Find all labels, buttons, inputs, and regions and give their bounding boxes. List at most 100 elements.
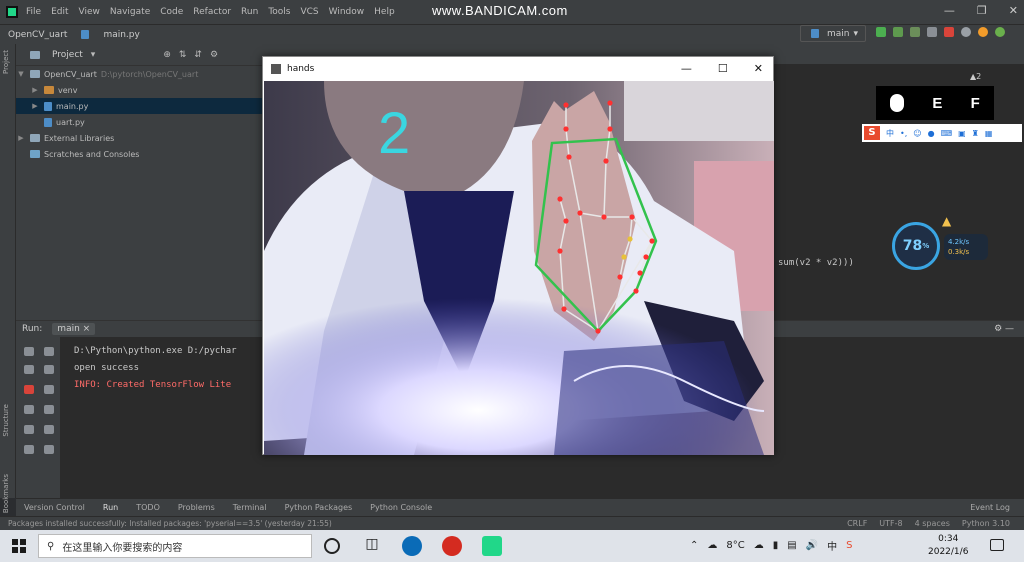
soft-wrap-icon[interactable] <box>44 385 54 394</box>
menu-help[interactable]: Help <box>374 7 395 17</box>
target-icon[interactable]: ⊕ <box>163 50 171 60</box>
breadcrumb-project[interactable]: OpenCV_uart <box>8 30 67 40</box>
menu-file[interactable]: File <box>26 7 41 17</box>
skin-icon[interactable]: ▣ <box>958 129 966 138</box>
menu-vcs[interactable]: VCS <box>300 7 318 17</box>
taskbar-clock[interactable]: 0:34 2022/1/6 <box>928 533 968 559</box>
project-panel-title[interactable]: Project <box>52 50 83 60</box>
file-encoding[interactable]: UTF-8 <box>879 519 902 528</box>
tab-python-console[interactable]: Python Console <box>370 503 432 512</box>
restore-layout-icon[interactable] <box>24 405 34 414</box>
run-icon[interactable] <box>876 27 886 37</box>
collapse-arrow-icon[interactable]: ▶ <box>30 86 40 94</box>
rerun-icon[interactable] <box>24 347 34 356</box>
minimize-icon[interactable]: — <box>681 62 692 75</box>
wrench-icon[interactable] <box>24 365 34 374</box>
hands-window-titlebar[interactable]: hands — ☐ ✕ <box>263 57 773 81</box>
menu-window[interactable]: Window <box>329 7 365 17</box>
scroll-up-icon[interactable] <box>44 347 54 356</box>
menu-refactor[interactable]: Refactor <box>193 7 231 17</box>
taskbar-search-box[interactable]: ⚲ 在这里输入你要搜索的内容 <box>38 534 312 558</box>
run-tab-main[interactable]: main × <box>52 323 96 335</box>
tree-item-main-py[interactable]: ▶ main.py <box>16 98 264 114</box>
chevron-up-icon[interactable]: ⌃ <box>690 540 698 551</box>
task-view-icon[interactable]: ◫ <box>362 536 382 556</box>
ime-mode-icon[interactable]: 中 <box>827 538 837 553</box>
hands-window[interactable]: hands — ☐ ✕ 2 <box>262 56 774 455</box>
bookmarks-tool-label[interactable]: Bookmarks <box>2 474 10 513</box>
collapse-arrow-icon[interactable]: ▶ <box>16 134 26 142</box>
minimize-icon[interactable]: — <box>944 4 955 17</box>
coverage-icon[interactable] <box>910 27 920 37</box>
tab-run[interactable]: Run <box>103 503 118 512</box>
cortana-icon[interactable] <box>324 538 340 554</box>
cloud-icon[interactable]: ☁ <box>754 540 764 551</box>
stop-icon[interactable] <box>24 385 34 394</box>
menu-edit[interactable]: Edit <box>51 7 68 17</box>
line-separator[interactable]: CRLF <box>847 519 867 528</box>
maximize-icon[interactable]: ☐ <box>718 62 728 75</box>
microphone-icon[interactable]: ● <box>928 129 935 138</box>
tab-version-control[interactable]: Version Control <box>24 503 85 512</box>
close-icon[interactable]: ✕ <box>1009 4 1018 17</box>
pycharm-taskbar-icon[interactable] <box>482 536 502 556</box>
expand-arrow-icon[interactable]: ▼ <box>16 70 26 78</box>
network-icon[interactable]: ▤ <box>787 540 796 551</box>
print-icon[interactable] <box>24 425 34 434</box>
shirt-icon[interactable]: ♜ <box>972 129 979 138</box>
project-tool-label[interactable]: Project <box>2 50 10 74</box>
ime-language[interactable]: 中 <box>886 128 894 139</box>
emoji-icon[interactable]: ☺ <box>913 129 921 138</box>
sogou-tray-icon[interactable]: S <box>846 540 852 551</box>
tab-todo[interactable]: TODO <box>136 503 160 512</box>
collapse-arrow-icon[interactable]: ▶ <box>30 102 40 110</box>
tree-scratches[interactable]: Scratches and Consoles <box>16 146 264 162</box>
trash-icon[interactable] <box>44 445 54 454</box>
windows-start-icon[interactable] <box>12 539 26 553</box>
tab-python-packages[interactable]: Python Packages <box>285 503 353 512</box>
toolbox-icon[interactable]: ▦ <box>985 129 993 138</box>
console-output[interactable]: D:\Python\python.exe D:/pychar open succe… <box>74 343 237 394</box>
sogou-logo-icon[interactable]: S <box>864 126 880 140</box>
tab-terminal[interactable]: Terminal <box>233 503 267 512</box>
close-icon[interactable]: ✕ <box>754 62 763 75</box>
expand-icon[interactable]: ⇵ <box>194 50 202 60</box>
indent-setting[interactable]: 4 spaces <box>915 519 950 528</box>
chevron-down-icon[interactable]: ▾ <box>91 50 96 60</box>
warning-count-badge[interactable]: ▲2 <box>970 72 981 81</box>
weather-temp[interactable]: 8°C <box>726 540 744 551</box>
update-icon[interactable] <box>978 27 988 37</box>
gear-icon[interactable]: ⚙ — <box>994 324 1014 334</box>
notification-icon[interactable] <box>990 539 1004 551</box>
status-message[interactable]: Packages installed successfully: Install… <box>8 519 332 528</box>
print-icon[interactable] <box>44 425 54 434</box>
scroll-down-icon[interactable] <box>44 365 54 374</box>
collapse-icon[interactable]: ⇅ <box>179 50 187 60</box>
profile-icon[interactable] <box>927 27 937 37</box>
tree-item-venv[interactable]: ▶ venv <box>16 82 264 98</box>
stop-icon[interactable] <box>944 27 954 37</box>
volume-icon[interactable]: 🔊 <box>806 540 818 551</box>
arduino-icon[interactable] <box>402 536 422 556</box>
keyboard-icon[interactable]: ⌨ <box>941 129 953 138</box>
debug-icon[interactable] <box>893 27 903 37</box>
menu-tools[interactable]: Tools <box>268 7 290 17</box>
pin-icon[interactable] <box>24 445 34 454</box>
battery-icon[interactable]: ▮ <box>773 540 779 551</box>
search-icon[interactable] <box>961 27 971 37</box>
run-configuration-select[interactable]: main ▾ <box>800 25 866 42</box>
tree-external-libraries[interactable]: ▶ External Libraries <box>16 130 264 146</box>
scroll-end-icon[interactable] <box>44 405 54 414</box>
performance-widget[interactable]: 78% ▲ 4.2k/s 0.3k/s <box>892 214 988 270</box>
punctuation-icon[interactable]: •, <box>900 129 907 138</box>
maximize-icon[interactable]: ❐ <box>977 4 987 17</box>
menu-run[interactable]: Run <box>241 7 258 17</box>
menu-navigate[interactable]: Navigate <box>110 7 150 17</box>
tree-item-uart-py[interactable]: uart.py <box>16 114 264 130</box>
python-interpreter[interactable]: Python 3.10 <box>962 519 1010 528</box>
tree-root[interactable]: ▼ OpenCV_uart D:\pytorch\OpenCV_uart <box>16 66 264 82</box>
structure-tool-label[interactable]: Structure <box>2 404 10 437</box>
plugin-icon[interactable] <box>995 27 1005 37</box>
gear-icon[interactable]: ⚙ <box>210 50 218 60</box>
bandicam-icon[interactable] <box>442 536 462 556</box>
